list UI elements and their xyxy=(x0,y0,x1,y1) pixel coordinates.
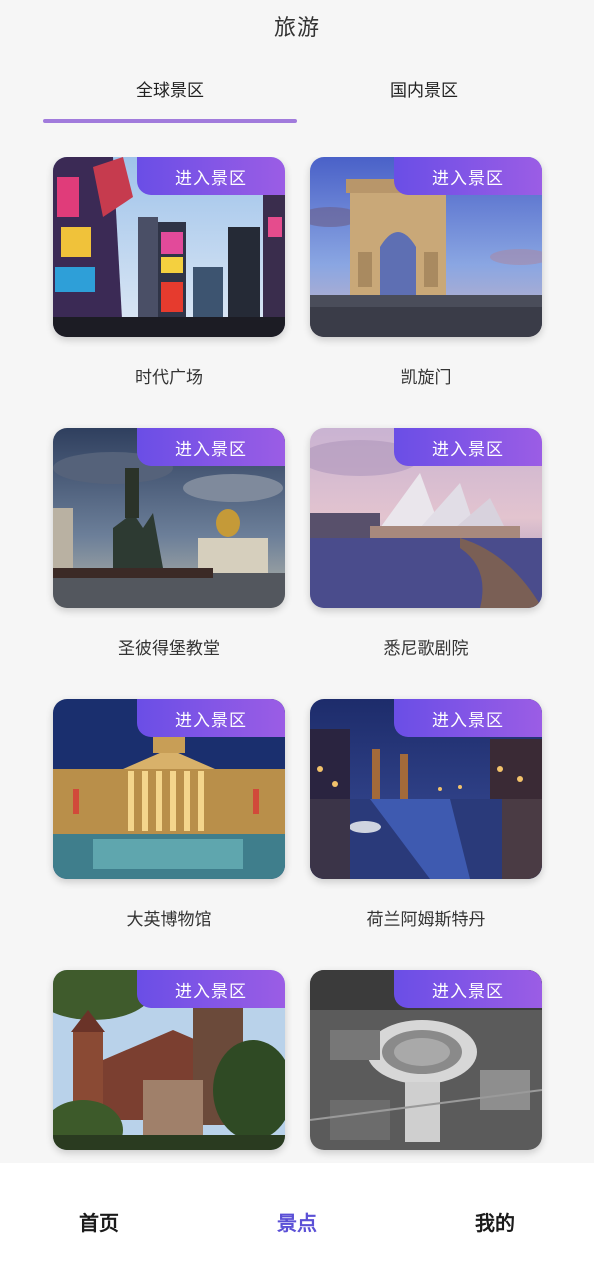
attraction-card[interactable]: 进入景区 荷兰阿姆斯特丹 xyxy=(310,699,542,930)
attraction-grid: 进入景区 时代广场 进入景区 凯旋门 进入景区 圣彼得堡教堂 进入景区 悉尼歌剧… xyxy=(0,157,594,1163)
sydney-opera-house-photo[interactable]: 进入景区 xyxy=(310,428,542,608)
page-title: 旅游 xyxy=(273,16,320,41)
enter-attraction-button[interactable]: 进入景区 xyxy=(137,428,285,466)
tab-bar: 全球景区 国内景区 xyxy=(0,62,594,126)
attraction-card[interactable]: 进入景区 时代广场 xyxy=(53,157,285,388)
app-header: 旅游 xyxy=(0,0,594,52)
stadium-aerial-photo[interactable]: 进入景区 xyxy=(310,970,542,1150)
tab-global-attractions[interactable]: 全球景区 xyxy=(43,62,297,114)
enter-attraction-button[interactable]: 进入景区 xyxy=(137,699,285,737)
enter-attraction-button[interactable]: 进入景区 xyxy=(137,970,285,1008)
attraction-name: 圣彼得堡教堂 xyxy=(118,639,220,659)
app-screen: 旅游 全球景区 国内景区 进入景区 时代广场 进入景区 凯旋门 进入景区 圣彼得… xyxy=(0,0,594,1280)
enter-attraction-button[interactable]: 进入景区 xyxy=(137,157,285,195)
attraction-card[interactable]: 进入景区 凯旋门 xyxy=(310,157,542,388)
tab-active-indicator xyxy=(43,119,297,123)
tab-domestic-attractions[interactable]: 国内景区 xyxy=(297,62,551,114)
st-petersburg-cathedral-photo[interactable]: 进入景区 xyxy=(53,428,285,608)
nav-attractions[interactable]: 景点 xyxy=(198,1207,396,1236)
arc-de-triomphe-photo[interactable]: 进入景区 xyxy=(310,157,542,337)
attraction-name: 时代广场 xyxy=(135,368,203,388)
attraction-card[interactable]: 进入景区 xyxy=(310,970,542,1150)
enter-attraction-button[interactable]: 进入景区 xyxy=(394,970,542,1008)
attraction-name: 荷兰阿姆斯特丹 xyxy=(366,910,486,930)
nav-profile[interactable]: 我的 xyxy=(396,1207,594,1236)
medieval-castle-photo[interactable]: 进入景区 xyxy=(53,970,285,1150)
attraction-card[interactable]: 进入景区 圣彼得堡教堂 xyxy=(53,428,285,659)
enter-attraction-button[interactable]: 进入景区 xyxy=(394,157,542,195)
british-museum-photo[interactable]: 进入景区 xyxy=(53,699,285,879)
enter-attraction-button[interactable]: 进入景区 xyxy=(394,699,542,737)
bottom-navigation: 首页 景点 我的 xyxy=(0,1163,594,1280)
amsterdam-canal-photo[interactable]: 进入景区 xyxy=(310,699,542,879)
attraction-card[interactable]: 进入景区 大英博物馆 xyxy=(53,699,285,930)
nav-home[interactable]: 首页 xyxy=(0,1207,198,1236)
attraction-name: 大英博物馆 xyxy=(126,910,212,930)
attraction-card[interactable]: 进入景区 xyxy=(53,970,285,1150)
times-square-photo[interactable]: 进入景区 xyxy=(53,157,285,337)
attraction-card[interactable]: 进入景区 悉尼歌剧院 xyxy=(310,428,542,659)
attraction-name: 凯旋门 xyxy=(400,368,452,388)
enter-attraction-button[interactable]: 进入景区 xyxy=(394,428,542,466)
attraction-name: 悉尼歌剧院 xyxy=(383,639,469,659)
